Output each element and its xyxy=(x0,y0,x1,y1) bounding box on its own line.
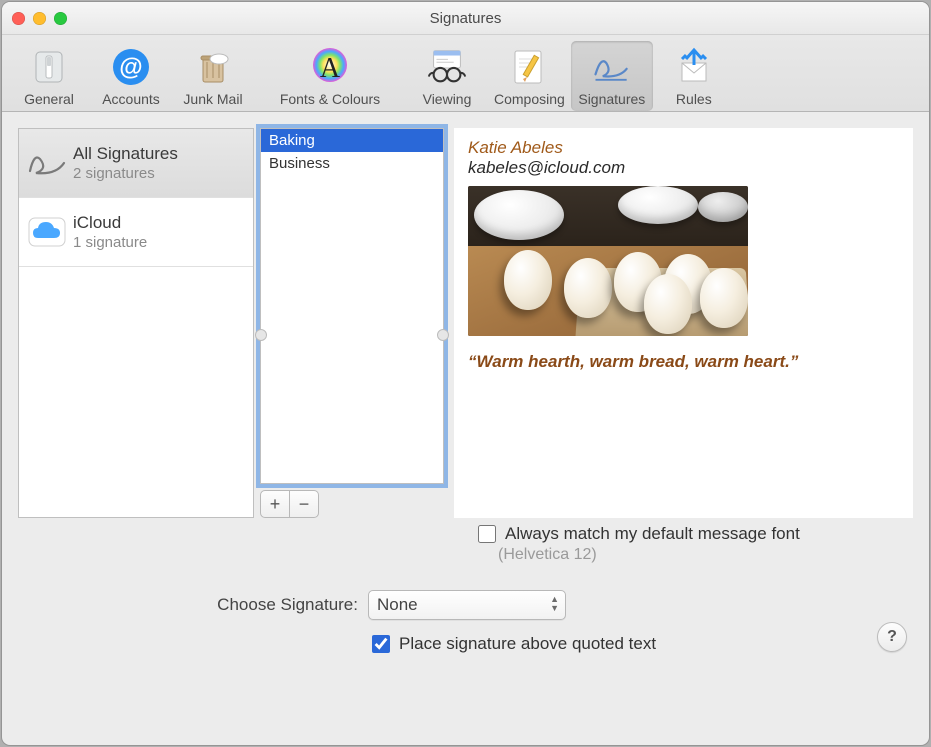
tab-label: Composing xyxy=(494,91,565,107)
zoom-icon[interactable] xyxy=(54,12,67,25)
minimize-icon[interactable] xyxy=(33,12,46,25)
signature-preview-name: Katie Abeles xyxy=(468,138,899,158)
signature-icon xyxy=(590,45,634,89)
signature-preview-quote: “Warm hearth, warm bread, warm heart.” xyxy=(468,352,899,372)
svg-text:@: @ xyxy=(119,54,142,81)
place-above-label: Place signature above quoted text xyxy=(399,634,656,654)
signatures-window: Signatures General @ Accounts xyxy=(2,2,929,745)
account-name: iCloud xyxy=(73,213,147,233)
signature-item-baking[interactable]: Baking xyxy=(261,129,443,152)
signature-editor[interactable]: Katie Abeles kabeles@icloud.com xyxy=(454,128,913,518)
match-font-option: Always match my default message font (He… xyxy=(468,522,800,564)
signature-item-business[interactable]: Business xyxy=(261,152,443,175)
tab-fonts-colours[interactable]: A Fonts & Colours xyxy=(254,41,406,111)
help-button[interactable]: ? xyxy=(877,622,907,652)
tab-accounts[interactable]: @ Accounts xyxy=(90,41,172,111)
choose-signature-row: Choose Signature: None ▲▼ xyxy=(18,590,913,620)
tab-label: Signatures xyxy=(578,91,645,107)
chevron-updown-icon: ▲▼ xyxy=(550,595,559,613)
signature-preview-image xyxy=(468,186,748,336)
account-all-signatures[interactable]: All Signatures 2 signatures xyxy=(19,129,253,198)
place-above-checkbox-row[interactable]: Place signature above quoted text xyxy=(368,632,656,656)
account-sub: 2 signatures xyxy=(73,165,178,182)
switch-icon xyxy=(27,45,71,89)
signature-list[interactable]: Baking Business xyxy=(260,128,444,484)
tab-junk-mail[interactable]: Junk Mail xyxy=(172,41,254,111)
account-name: All Signatures xyxy=(73,144,178,164)
tab-label: Viewing xyxy=(423,91,472,107)
icloud-icon xyxy=(25,210,69,254)
tab-label: General xyxy=(24,91,74,107)
at-icon: @ xyxy=(109,45,153,89)
remove-signature-button[interactable]: − xyxy=(290,490,319,518)
scribble-icon xyxy=(25,141,69,185)
glasses-icon xyxy=(425,45,469,89)
close-icon[interactable] xyxy=(12,12,25,25)
add-remove-bar: + − xyxy=(260,490,444,518)
match-font-checkbox[interactable] xyxy=(478,525,496,543)
account-icloud[interactable]: iCloud 1 signature xyxy=(19,198,253,267)
match-font-label: Always match my default message font xyxy=(505,524,800,544)
rules-icon xyxy=(672,45,716,89)
place-above-row: Place signature above quoted text xyxy=(18,632,913,656)
choose-signature-popup[interactable]: None ▲▼ xyxy=(368,590,566,620)
tab-viewing[interactable]: Viewing xyxy=(406,41,488,111)
font-description: (Helvetica 12) xyxy=(474,546,800,564)
account-list[interactable]: All Signatures 2 signatures iCloud 1 sig… xyxy=(18,128,254,518)
resize-handle-icon[interactable] xyxy=(437,329,449,341)
tab-signatures[interactable]: Signatures xyxy=(571,41,653,111)
tab-composing[interactable]: Composing xyxy=(488,41,571,111)
place-above-checkbox[interactable] xyxy=(372,635,390,653)
svg-text:A: A xyxy=(320,53,341,84)
tab-general[interactable]: General xyxy=(8,41,90,111)
add-signature-button[interactable]: + xyxy=(260,490,290,518)
compose-icon xyxy=(507,45,551,89)
choose-signature-value: None xyxy=(377,595,418,615)
trash-icon xyxy=(191,45,235,89)
prefs-toolbar: General @ Accounts xyxy=(2,35,929,112)
tab-label: Fonts & Colours xyxy=(280,91,380,107)
tab-label: Accounts xyxy=(102,91,160,107)
tab-rules[interactable]: Rules xyxy=(653,41,735,111)
titlebar: Signatures xyxy=(2,2,929,35)
tab-label: Rules xyxy=(676,91,712,107)
account-sub: 1 signature xyxy=(73,234,147,251)
signature-list-column: Baking Business + − xyxy=(260,128,444,518)
options-row: Always match my default message font (He… xyxy=(2,522,929,564)
tab-label: Junk Mail xyxy=(183,91,242,107)
content-area: All Signatures 2 signatures iCloud 1 sig… xyxy=(2,112,929,745)
window-controls xyxy=(12,12,67,25)
window-title: Signatures xyxy=(2,10,929,27)
three-pane-area: All Signatures 2 signatures iCloud 1 sig… xyxy=(2,112,929,522)
choose-signature-label: Choose Signature: xyxy=(18,595,358,615)
bottom-options: Choose Signature: None ▲▼ Place signatur… xyxy=(2,590,929,674)
signature-preview-email: kabeles@icloud.com xyxy=(468,158,899,178)
match-font-checkbox-row[interactable]: Always match my default message font xyxy=(474,522,800,546)
resize-handle-icon[interactable] xyxy=(255,329,267,341)
font-colour-icon: A xyxy=(308,45,352,89)
